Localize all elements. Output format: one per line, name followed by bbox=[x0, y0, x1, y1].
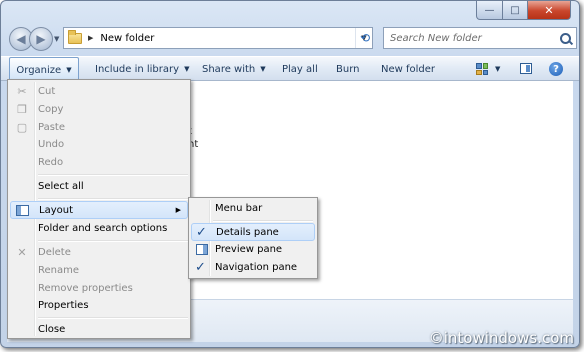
menu-item-label: Close bbox=[38, 324, 66, 335]
view-options-dropdown-icon[interactable]: ▼ bbox=[495, 65, 500, 73]
forward-arrow-icon: ▶ bbox=[36, 32, 46, 46]
folder-icon bbox=[68, 29, 82, 44]
menu-item-rename[interactable]: Rename bbox=[10, 262, 188, 280]
search-icon[interactable] bbox=[560, 32, 571, 44]
menu-item-label: Delete bbox=[38, 247, 71, 258]
minimize-button[interactable]: — bbox=[476, 1, 503, 20]
close-button[interactable]: ✕ bbox=[528, 1, 571, 20]
help-icon[interactable]: ? bbox=[549, 62, 563, 76]
refresh-button[interactable]: ⟲ bbox=[356, 28, 374, 48]
forward-button[interactable]: ▶ bbox=[29, 27, 53, 51]
breadcrumb-new-folder[interactable]: New folder bbox=[100, 33, 154, 44]
submenu-item-details-pane[interactable]: ✓ Details pane bbox=[191, 223, 315, 241]
menu-item-label: Undo bbox=[38, 139, 65, 150]
scissors-icon: ✂ bbox=[17, 85, 27, 98]
menu-item-layout[interactable]: Layout ▶ bbox=[10, 201, 188, 219]
recent-pages-dropdown-icon[interactable]: ▼ bbox=[54, 35, 59, 43]
share-with-label: Share with bbox=[202, 63, 256, 75]
menu-item-label: Details pane bbox=[216, 227, 279, 238]
new-folder-button[interactable]: New folder bbox=[381, 57, 435, 81]
menu-item-label: Copy bbox=[38, 104, 64, 115]
menu-item-label: Select all bbox=[38, 181, 84, 192]
submenu-item-preview-pane[interactable]: Preview pane bbox=[191, 241, 315, 259]
submenu-arrow-icon: ▶ bbox=[175, 206, 181, 214]
copy-icon: ❐ bbox=[17, 103, 27, 116]
menu-item-delete[interactable]: ✕ Delete bbox=[10, 244, 188, 262]
menu-separator bbox=[38, 174, 188, 176]
menu-separator bbox=[38, 240, 188, 242]
menu-item-folder-and-search-options[interactable]: Folder and search options bbox=[10, 220, 188, 238]
chevron-down-icon: ▼ bbox=[66, 66, 72, 74]
menu-item-label: Cut bbox=[38, 86, 56, 97]
command-bar: Organize ▼ Include in library ▼ Share with… bbox=[1, 56, 579, 82]
search-placeholder: Search New folder bbox=[390, 32, 482, 44]
watermark: ©intowindows.com bbox=[428, 329, 574, 347]
menu-item-label: Layout bbox=[39, 205, 73, 216]
organize-menu: ✂ Cut ❐ Copy ▢ Paste Undo Redo Select al… bbox=[7, 79, 191, 339]
menu-item-properties[interactable]: Properties bbox=[10, 297, 188, 315]
checkmark-icon: ✓ bbox=[195, 260, 206, 275]
refresh-icon: ⟲ bbox=[359, 31, 371, 45]
chevron-down-icon: ▼ bbox=[184, 65, 190, 73]
menu-item-label: Folder and search options bbox=[38, 223, 168, 234]
clipboard-icon: ▢ bbox=[16, 121, 28, 134]
menu-separator bbox=[38, 317, 188, 319]
menu-item-undo[interactable]: Undo bbox=[10, 136, 188, 154]
breadcrumb-separator-icon[interactable]: ▶ bbox=[88, 34, 93, 42]
submenu-item-navigation-pane[interactable]: ✓ Navigation pane bbox=[191, 259, 315, 277]
menu-item-label: Menu bar bbox=[215, 203, 263, 214]
layout-icon bbox=[16, 205, 29, 216]
menu-item-copy[interactable]: ❐ Copy bbox=[10, 101, 188, 119]
share-with-button[interactable]: Share with ▼ bbox=[202, 57, 266, 81]
organize-label: Organize bbox=[16, 64, 62, 76]
menu-item-label: Redo bbox=[38, 157, 64, 168]
navigation-bar: ◀ ▶ ▼ ▶ New folder ▼ ⟲ Search New folder bbox=[7, 27, 577, 53]
maximize-button[interactable]: □ bbox=[503, 1, 528, 20]
search-input[interactable]: Search New folder bbox=[383, 27, 577, 49]
layout-submenu: Menu bar ✓ Details pane Preview pane ✓ N… bbox=[188, 197, 318, 279]
preview-pane-icon[interactable] bbox=[520, 63, 532, 74]
submenu-item-menu-bar[interactable]: Menu bar bbox=[191, 200, 315, 218]
chevron-down-icon: ▼ bbox=[260, 65, 266, 73]
menu-item-label: Rename bbox=[38, 265, 80, 276]
caption-buttons: — □ ✕ bbox=[476, 1, 571, 20]
burn-button[interactable]: Burn bbox=[336, 57, 359, 81]
include-in-library-button[interactable]: Include in library ▼ bbox=[95, 57, 189, 81]
preview-pane-icon bbox=[196, 244, 208, 255]
menu-item-label: Paste bbox=[38, 122, 65, 133]
menu-separator bbox=[213, 220, 313, 222]
include-in-library-label: Include in library bbox=[95, 63, 180, 75]
menu-item-paste[interactable]: ▢ Paste bbox=[10, 119, 188, 137]
menu-item-label: Remove properties bbox=[38, 283, 133, 294]
menu-item-redo[interactable]: Redo bbox=[10, 154, 188, 172]
delete-x-icon: ✕ bbox=[17, 246, 27, 259]
address-bar[interactable]: ▶ New folder ▼ bbox=[63, 27, 373, 49]
menu-item-close[interactable]: Close bbox=[10, 321, 188, 339]
menu-item-label: Properties bbox=[38, 300, 89, 311]
menu-separator bbox=[38, 198, 188, 200]
menu-item-cut[interactable]: ✂ Cut bbox=[10, 83, 188, 101]
menu-item-remove-properties[interactable]: Remove properties bbox=[10, 280, 188, 298]
back-arrow-icon: ◀ bbox=[16, 32, 26, 46]
play-all-button[interactable]: Play all bbox=[282, 57, 318, 81]
menu-item-label: Preview pane bbox=[215, 244, 283, 255]
change-view-icon[interactable] bbox=[476, 63, 488, 75]
checkmark-icon: ✓ bbox=[196, 225, 207, 240]
menu-item-label: Navigation pane bbox=[215, 262, 298, 273]
menu-item-select-all[interactable]: Select all bbox=[10, 178, 188, 196]
